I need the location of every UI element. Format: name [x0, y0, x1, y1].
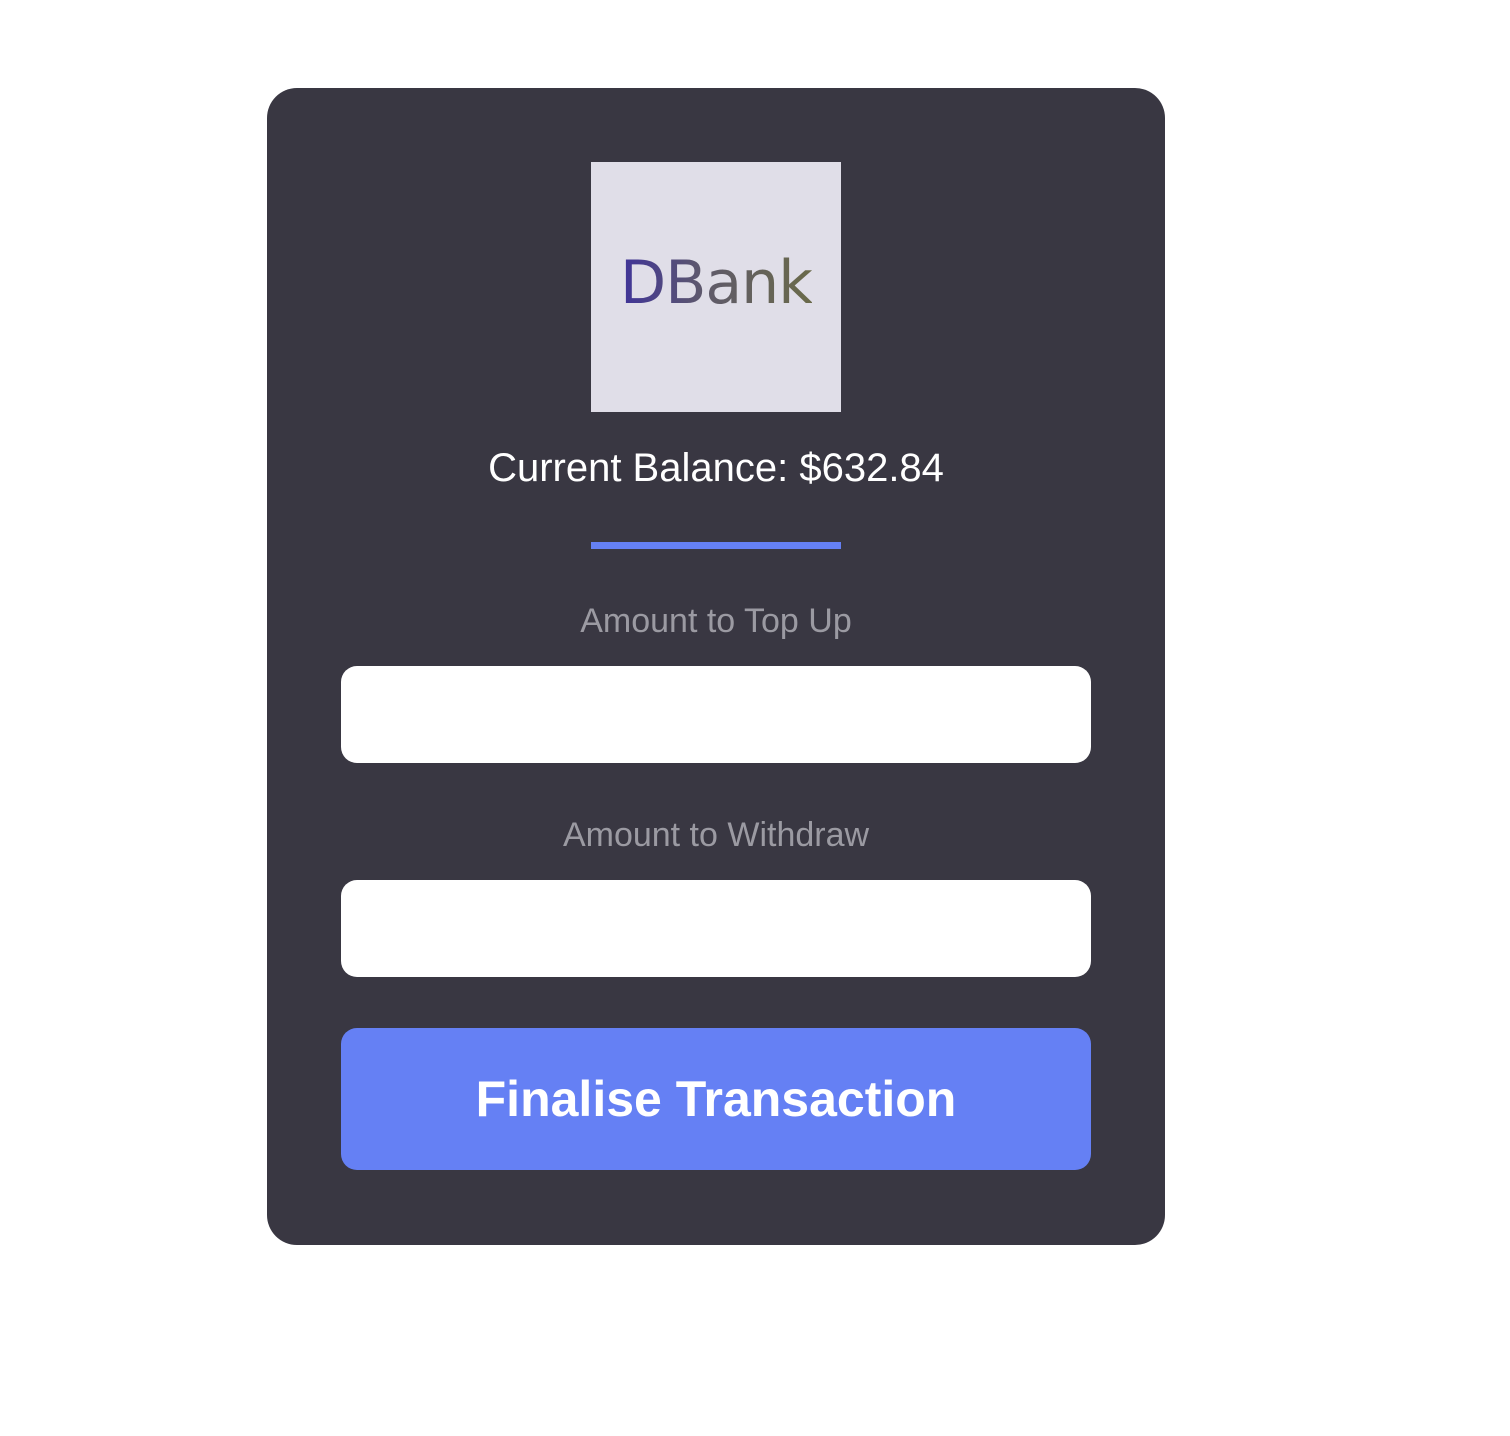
bank-card: DBank Current Balance: $632.84 Amount to… — [267, 88, 1165, 1245]
withdraw-label: Amount to Withdraw — [562, 816, 870, 854]
topup-label: Amount to Top Up — [580, 602, 852, 640]
divider — [591, 542, 841, 549]
logo-text: DBank — [620, 248, 813, 318]
finalise-transaction-button[interactable]: Finalise Transaction — [341, 1028, 1091, 1170]
withdraw-amount-input[interactable] — [341, 880, 1091, 977]
current-balance: Current Balance: $632.84 — [488, 446, 944, 490]
topup-amount-input[interactable] — [341, 666, 1091, 763]
dbank-logo: DBank — [591, 162, 841, 412]
